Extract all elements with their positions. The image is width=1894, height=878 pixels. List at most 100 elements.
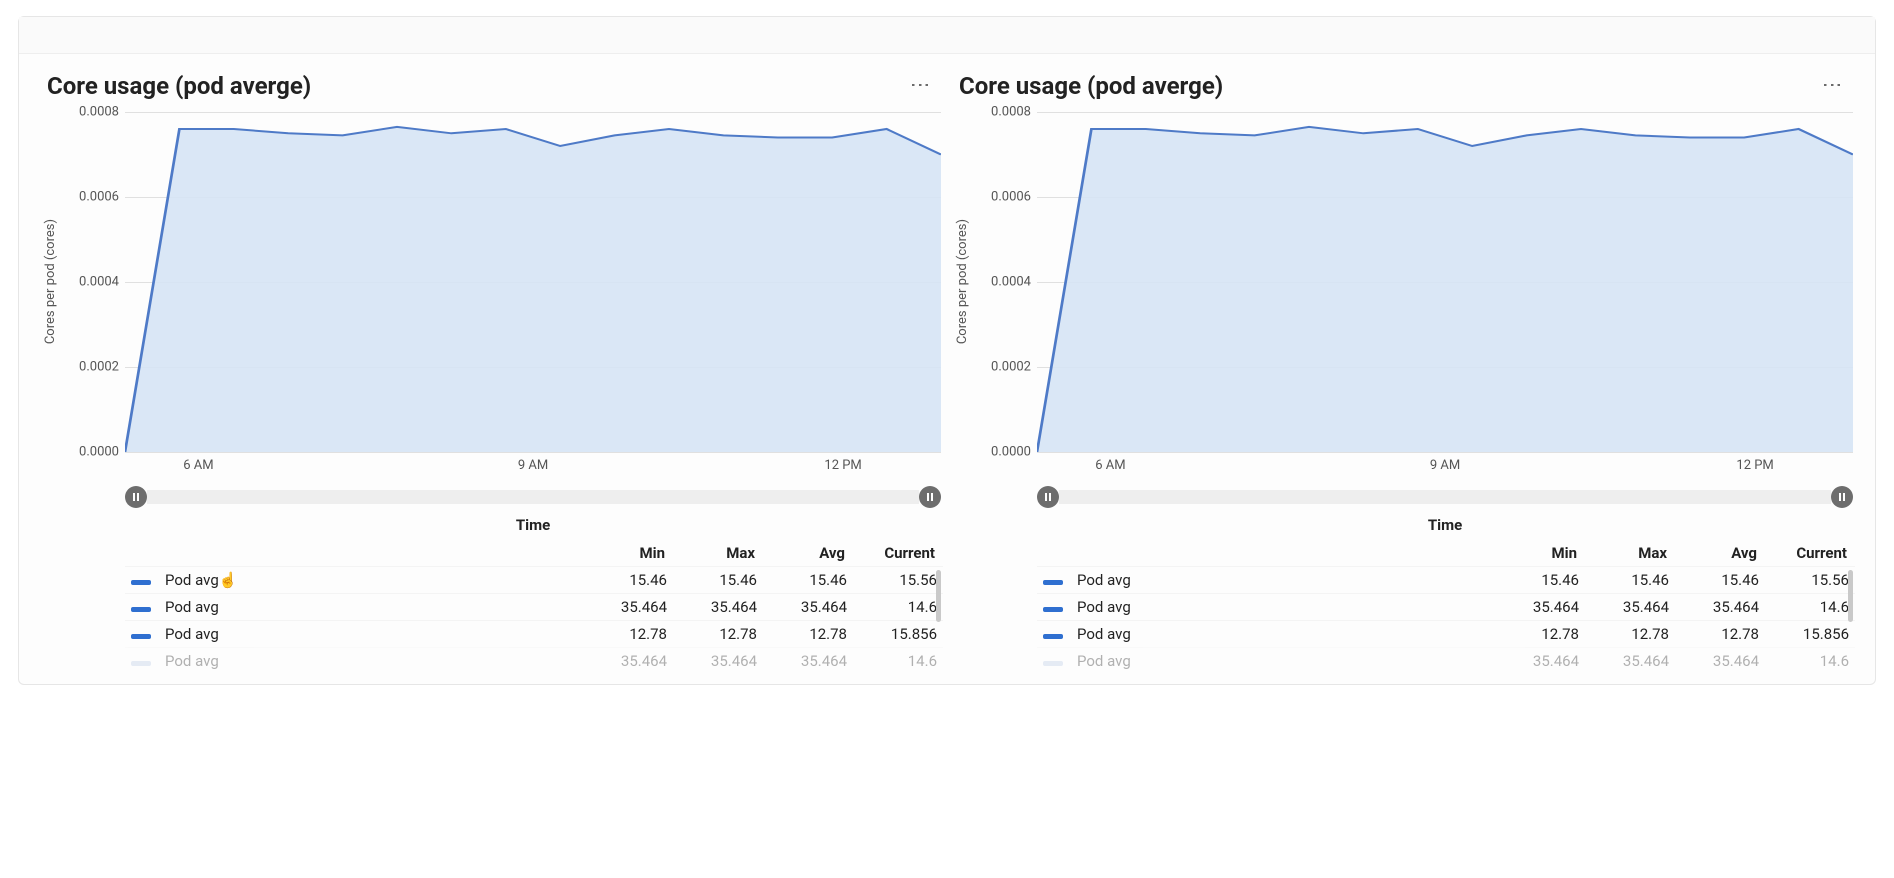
scrollbar-thumb[interactable] bbox=[1848, 570, 1853, 622]
stat-min: 15.46 bbox=[577, 571, 667, 589]
stat-min: 35.464 bbox=[577, 598, 667, 616]
chart-panel: Core usage (pod averge) ⋮ Cores per pod … bbox=[41, 68, 941, 674]
stats-scroll[interactable]: Pod avg 15.46 15.46 15.46 15.56 Pod avg … bbox=[953, 566, 1855, 674]
y-tick: 0.0006 bbox=[991, 190, 1031, 205]
stat-min: 35.464 bbox=[1489, 598, 1579, 616]
stat-current: 14.6 bbox=[847, 652, 937, 670]
stat-current: 15.856 bbox=[847, 625, 937, 643]
stat-max: 12.78 bbox=[667, 625, 757, 643]
stat-min: 12.78 bbox=[1489, 625, 1579, 643]
stat-avg: 12.78 bbox=[1669, 625, 1759, 643]
stat-current: 14.6 bbox=[1759, 652, 1849, 670]
cursor-icon: ☝ bbox=[219, 571, 238, 589]
slider-handle-right[interactable] bbox=[919, 486, 941, 508]
scrollbar-thumb[interactable] bbox=[936, 570, 941, 622]
stat-avg: 12.78 bbox=[757, 625, 847, 643]
stat-max: 35.464 bbox=[667, 652, 757, 670]
stat-min: 15.46 bbox=[1489, 571, 1579, 589]
stat-max: 12.78 bbox=[1579, 625, 1669, 643]
more-button[interactable]: ⋮ bbox=[1819, 72, 1847, 100]
stat-current: 15.56 bbox=[1759, 571, 1849, 589]
col-min: Min bbox=[575, 544, 665, 562]
col-min: Min bbox=[1487, 544, 1577, 562]
x-tick: 9 AM bbox=[518, 458, 548, 473]
slider-track[interactable] bbox=[147, 490, 919, 504]
x-tick: 9 AM bbox=[1430, 458, 1460, 473]
section-title bbox=[19, 17, 1875, 54]
legend-label: Pod avg bbox=[1077, 598, 1489, 616]
x-tick: 12 PM bbox=[1736, 458, 1773, 473]
col-avg: Avg bbox=[755, 544, 845, 562]
stats-row[interactable]: Pod avg 35.464 35.464 35.464 14.6 bbox=[125, 647, 943, 674]
slider-handle-left[interactable] bbox=[1037, 486, 1059, 508]
col-max: Max bbox=[665, 544, 755, 562]
stats-header-row: Min Max Avg Current bbox=[125, 540, 941, 566]
slider-handle-right[interactable] bbox=[1831, 486, 1853, 508]
y-tick: 0.0006 bbox=[79, 190, 119, 205]
stats-row[interactable]: Pod avg 35.464 35.464 35.464 14.6 bbox=[125, 593, 943, 620]
stat-max: 35.464 bbox=[1579, 598, 1669, 616]
stat-avg: 35.464 bbox=[757, 598, 847, 616]
legend-label: Pod avg bbox=[165, 652, 577, 670]
more-icon: ⋮ bbox=[911, 75, 931, 97]
legend-label: Pod avg bbox=[1077, 652, 1489, 670]
y-tick: 0.0000 bbox=[79, 445, 119, 460]
x-tick: 6 AM bbox=[1095, 458, 1125, 473]
stats-row[interactable]: Pod avg☝ 15.46 15.46 15.46 15.56 bbox=[125, 566, 943, 593]
col-current: Current bbox=[845, 544, 935, 562]
stat-min: 35.464 bbox=[1489, 652, 1579, 670]
stat-current: 15.856 bbox=[1759, 625, 1849, 643]
stats-row[interactable]: Pod avg 35.464 35.464 35.464 14.6 bbox=[1037, 647, 1855, 674]
chart-plot[interactable] bbox=[1037, 112, 1853, 452]
col-current: Current bbox=[1757, 544, 1847, 562]
stat-avg: 35.464 bbox=[1669, 598, 1759, 616]
chart-panel: Core usage (pod averge) ⋮ Cores per pod … bbox=[953, 68, 1853, 674]
legend-label: Pod avg bbox=[1077, 625, 1489, 643]
stat-max: 35.464 bbox=[1579, 652, 1669, 670]
more-icon: ⋮ bbox=[1823, 75, 1843, 97]
time-axis-label: Time bbox=[1037, 516, 1853, 534]
legend-swatch bbox=[1043, 580, 1063, 585]
slider-handle-left[interactable] bbox=[125, 486, 147, 508]
legend-swatch bbox=[1043, 607, 1063, 612]
col-avg: Avg bbox=[1667, 544, 1757, 562]
col-max: Max bbox=[1577, 544, 1667, 562]
legend-swatch bbox=[1043, 661, 1063, 666]
legend-swatch bbox=[131, 607, 151, 612]
stats-scroll[interactable]: Pod avg☝ 15.46 15.46 15.46 15.56 Pod avg… bbox=[41, 566, 943, 674]
stats-row[interactable]: Pod avg 12.78 12.78 12.78 15.856 bbox=[125, 620, 943, 647]
stat-avg: 15.46 bbox=[1669, 571, 1759, 589]
time-axis-label: Time bbox=[125, 516, 941, 534]
panel-title: Core usage (pod averge) bbox=[47, 72, 311, 100]
legend-swatch bbox=[1043, 634, 1063, 639]
y-tick: 0.0008 bbox=[79, 105, 119, 120]
stat-min: 12.78 bbox=[577, 625, 667, 643]
panel-title: Core usage (pod averge) bbox=[959, 72, 1223, 100]
time-range-slider[interactable] bbox=[125, 486, 941, 508]
stats-row[interactable]: Pod avg 15.46 15.46 15.46 15.56 bbox=[1037, 566, 1855, 593]
y-tick: 0.0008 bbox=[991, 105, 1031, 120]
y-axis-label: Cores per pod (cores) bbox=[41, 219, 63, 344]
more-button[interactable]: ⋮ bbox=[907, 72, 935, 100]
time-range-slider[interactable] bbox=[1037, 486, 1853, 508]
chart-plot[interactable] bbox=[125, 112, 941, 452]
legend-swatch bbox=[131, 634, 151, 639]
stats-header-row: Min Max Avg Current bbox=[1037, 540, 1853, 566]
stats-row[interactable]: Pod avg 35.464 35.464 35.464 14.6 bbox=[1037, 593, 1855, 620]
stat-max: 35.464 bbox=[667, 598, 757, 616]
metrics-section: Core usage (pod averge) ⋮ Cores per pod … bbox=[18, 16, 1876, 685]
x-tick: 6 AM bbox=[183, 458, 213, 473]
stats-row[interactable]: Pod avg 12.78 12.78 12.78 15.856 bbox=[1037, 620, 1855, 647]
stat-current: 14.6 bbox=[847, 598, 937, 616]
legend-label: Pod avg bbox=[165, 598, 577, 616]
stat-min: 35.464 bbox=[577, 652, 667, 670]
legend-label: Pod avg bbox=[165, 625, 577, 643]
y-tick: 0.0002 bbox=[79, 360, 119, 375]
slider-track[interactable] bbox=[1059, 490, 1831, 504]
stat-avg: 15.46 bbox=[757, 571, 847, 589]
stat-avg: 35.464 bbox=[757, 652, 847, 670]
legend-swatch bbox=[131, 580, 151, 585]
stat-current: 15.56 bbox=[847, 571, 937, 589]
legend-swatch bbox=[131, 661, 151, 666]
stat-max: 15.46 bbox=[1579, 571, 1669, 589]
